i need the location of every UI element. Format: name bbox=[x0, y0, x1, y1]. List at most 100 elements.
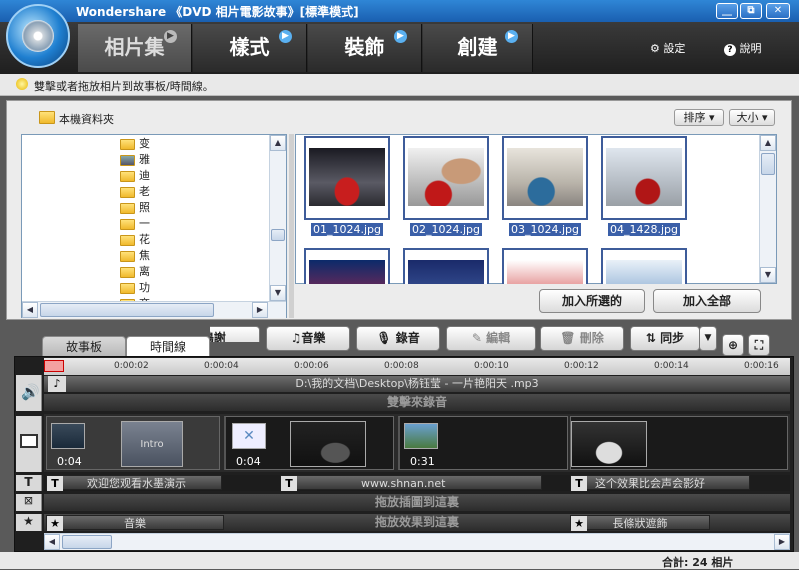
tree-item[interactable]: 变 bbox=[120, 136, 150, 152]
tree-item[interactable]: 花 bbox=[120, 232, 150, 248]
effect-clip[interactable]: ★ 音樂 bbox=[46, 515, 224, 531]
timeline-horizontal-scrollbar[interactable]: ◀ ▶ bbox=[44, 533, 790, 550]
add-selected-button[interactable]: 加入所選的 bbox=[539, 289, 645, 313]
add-all-button[interactable]: 加入全部 bbox=[653, 289, 761, 313]
video-clip[interactable] bbox=[570, 416, 788, 470]
tab-create[interactable]: 創建 ▶ bbox=[423, 24, 533, 72]
sync-label: 同步 bbox=[660, 331, 685, 345]
photo-label[interactable]: 03_1024.jpg bbox=[502, 223, 588, 236]
photo-thumbnail[interactable] bbox=[403, 136, 489, 220]
effect-clip[interactable]: ★ 長條狀遮飾 bbox=[570, 515, 710, 531]
photo-label[interactable]: 04_1428.jpg bbox=[601, 223, 687, 236]
ruler-tick: 0:00:16 bbox=[744, 361, 779, 371]
tree-item-label: 变 bbox=[139, 137, 150, 150]
music-button[interactable]: ♫音樂 bbox=[266, 326, 350, 351]
scroll-up-icon[interactable]: ▲ bbox=[270, 135, 286, 151]
record-drop-zone[interactable]: 雙擊來錄音 bbox=[44, 394, 790, 411]
scroll-down-icon[interactable]: ▼ bbox=[760, 267, 776, 283]
size-label: 大小 bbox=[736, 111, 759, 124]
video-clip[interactable]: ✕ 0:04 bbox=[224, 416, 394, 470]
zoom-in-button[interactable]: ⊕ bbox=[722, 334, 744, 356]
tab-decorate[interactable]: 裝飾 ▶ bbox=[308, 24, 422, 72]
photo-thumbnail[interactable] bbox=[601, 248, 687, 284]
tab-style[interactable]: 樣式 ▶ bbox=[193, 24, 307, 72]
scroll-right-icon[interactable]: ▶ bbox=[252, 302, 268, 318]
scroll-thumb[interactable] bbox=[271, 229, 285, 241]
size-button[interactable]: 大小 ▾ bbox=[729, 109, 775, 126]
photo-filename: 04_1428.jpg bbox=[607, 223, 680, 236]
text-clip[interactable]: T 欢迎您观看水墨演示 bbox=[46, 475, 222, 491]
pencil-icon: ✎ bbox=[471, 331, 482, 345]
clip-thumbnail bbox=[571, 421, 647, 467]
edit-button[interactable]: ✎ 編輯 bbox=[446, 326, 536, 351]
timeline-ruler[interactable]: 0:00:02 0:00:04 0:00:06 0:00:08 0:00:10 … bbox=[44, 358, 790, 375]
tree-item[interactable]: 一 bbox=[120, 216, 150, 232]
photo-count: 合計: 24 相片 bbox=[662, 556, 734, 569]
arrow-right-icon: ▶ bbox=[164, 30, 177, 43]
tree-horizontal-scrollbar[interactable]: ◀ ▶ bbox=[22, 301, 286, 318]
tree-item[interactable]: 雅 bbox=[120, 152, 150, 168]
tab-timeline[interactable]: 時間線 bbox=[126, 336, 210, 356]
help-link[interactable]: ? 說明 bbox=[724, 40, 762, 56]
photo-thumbnail[interactable] bbox=[502, 248, 588, 284]
minimize-button[interactable]: __ bbox=[716, 3, 738, 19]
panel-splitter[interactable] bbox=[289, 134, 294, 318]
effect-drop-zone[interactable]: 拖放效果到這裏 ★ 音樂 ★ 長條狀遮飾 bbox=[44, 514, 790, 531]
tree-item[interactable]: 功 bbox=[120, 280, 150, 296]
text-clip[interactable]: Twww.shnan.net bbox=[280, 475, 542, 491]
audio-track-header: 🔊 bbox=[16, 375, 42, 411]
photo-grid[interactable]: 01_1024.jpg 02_1024.jpg 03_1024.jpg 04_1… bbox=[295, 134, 777, 284]
tree-vertical-scrollbar[interactable]: ▲ ▼ bbox=[269, 135, 286, 301]
close-button[interactable]: ✕ bbox=[766, 3, 790, 19]
tree-item[interactable]: 焦 bbox=[120, 248, 150, 264]
scroll-thumb[interactable] bbox=[40, 303, 214, 317]
scroll-down-icon[interactable]: ▼ bbox=[270, 285, 286, 301]
video-clip[interactable]: 0:04 Intro bbox=[46, 416, 220, 470]
audio-clip[interactable]: ♪ D:\我的文档\Desktop\杨钰莹 - 一片艳阳天 .mp3 bbox=[44, 376, 790, 392]
text-track-header: T bbox=[16, 475, 42, 491]
restore-button[interactable]: ⧉ bbox=[740, 3, 762, 19]
sync-dropdown[interactable]: ▼ bbox=[699, 326, 717, 351]
video-clip[interactable]: 0:31 bbox=[398, 416, 568, 470]
image-folder-icon bbox=[120, 154, 135, 166]
grid-vertical-scrollbar[interactable]: ▲ ▼ bbox=[759, 135, 776, 283]
insert-drop-zone[interactable]: 拖放插圖到這裏 bbox=[44, 494, 790, 511]
text-track: T 欢迎您观看水墨演示 Twww.shnan.net T 这个效果比会声会影好 bbox=[44, 475, 790, 491]
tree-item[interactable]: 离 bbox=[120, 264, 150, 280]
tree-item[interactable]: 照 bbox=[120, 200, 150, 216]
playhead-marker[interactable] bbox=[44, 360, 64, 372]
sort-button[interactable]: 排序 ▾ bbox=[674, 109, 724, 126]
scroll-up-icon[interactable]: ▲ bbox=[760, 135, 776, 151]
photo-thumbnail[interactable] bbox=[601, 136, 687, 220]
scroll-thumb[interactable] bbox=[62, 535, 112, 549]
photo-image bbox=[507, 260, 583, 284]
tree-item[interactable]: 老 bbox=[120, 184, 150, 200]
delete-button[interactable]: 🗑 刪除 bbox=[540, 326, 624, 351]
scroll-left-icon[interactable]: ◀ bbox=[22, 302, 38, 318]
record-button[interactable]: 🎙 錄音 bbox=[356, 326, 440, 351]
photo-thumbnail[interactable] bbox=[304, 248, 390, 284]
photo-label[interactable]: 01_1024.jpg bbox=[304, 223, 390, 236]
settings-link[interactable]: ⚙ 設定 bbox=[650, 40, 685, 56]
photo-thumbnail[interactable] bbox=[403, 248, 489, 284]
transition-thumbnail: ✕ bbox=[232, 423, 266, 449]
photo-thumbnail[interactable] bbox=[502, 136, 588, 220]
scroll-right-icon[interactable]: ▶ bbox=[774, 534, 790, 550]
tab-album[interactable]: 相片集 ▶ bbox=[78, 24, 192, 72]
star-icon: ★ bbox=[47, 516, 63, 531]
tab-storyboard[interactable]: 故事板 bbox=[42, 336, 126, 356]
text-clip[interactable]: T 这个效果比会声会影好 bbox=[570, 475, 750, 491]
library-panel: 本機資料夾 排序 ▾ 大小 ▾ 变 雅 迪 老 照 一 花 焦 离 功 商 ▲ … bbox=[6, 100, 792, 320]
photo-image bbox=[309, 260, 385, 284]
folder-tree[interactable]: 变 雅 迪 老 照 一 花 焦 离 功 商 ▲ ▼ ◀ ▶ bbox=[21, 134, 287, 318]
window-title: Wondershare 《DVD 相片電影故事》[標準模式] bbox=[76, 5, 359, 19]
sync-button[interactable]: ⇅ 同步 bbox=[630, 326, 700, 351]
text-icon: T bbox=[281, 476, 297, 491]
fit-view-button[interactable]: ⛶ bbox=[748, 334, 770, 356]
tree-item-label: 离 bbox=[139, 265, 150, 278]
photo-label[interactable]: 02_1024.jpg bbox=[403, 223, 489, 236]
tree-item[interactable]: 迪 bbox=[120, 168, 150, 184]
scroll-thumb[interactable] bbox=[761, 153, 775, 175]
photo-thumbnail[interactable] bbox=[304, 136, 390, 220]
scroll-left-icon[interactable]: ◀ bbox=[44, 534, 60, 550]
